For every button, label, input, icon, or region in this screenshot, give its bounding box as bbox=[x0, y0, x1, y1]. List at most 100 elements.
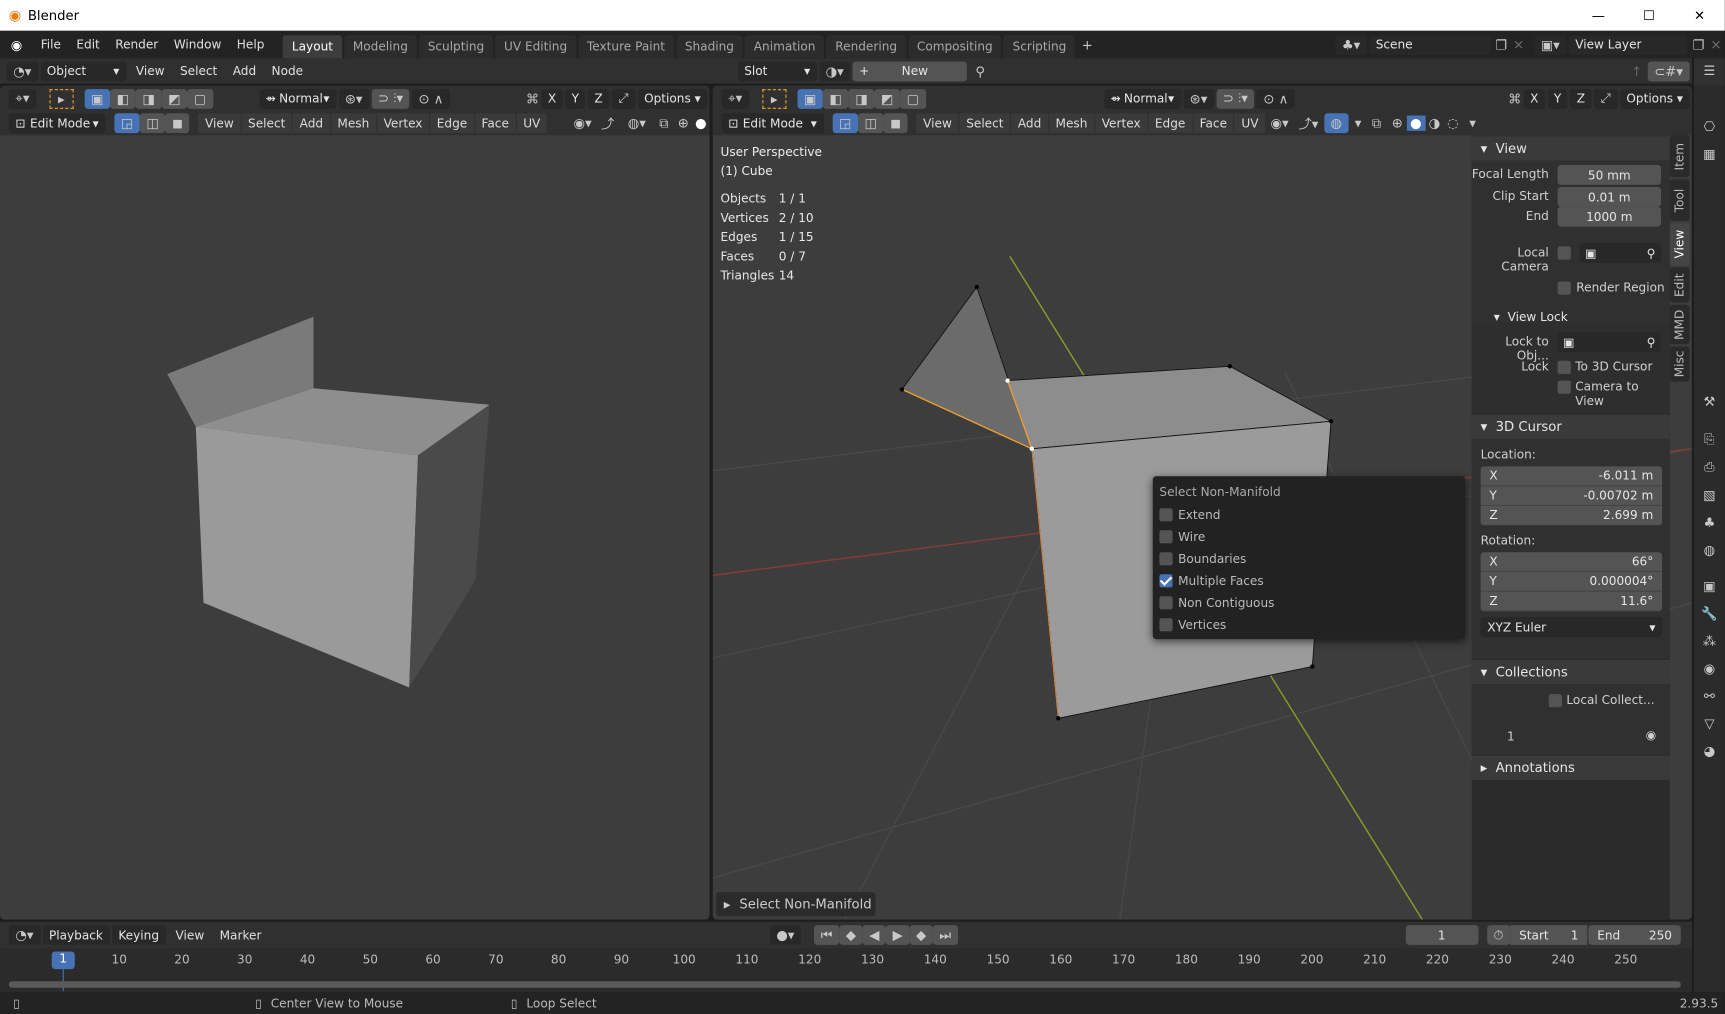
outliner-icon[interactable]: ☰ bbox=[1694, 58, 1725, 82]
eye-icon[interactable]: ◉ bbox=[1646, 728, 1657, 742]
menu-select[interactable]: Select bbox=[172, 64, 225, 78]
view-lock-header[interactable]: ▾ View Lock bbox=[1494, 310, 1568, 324]
lock-to-object-field[interactable]: ▣ ⚲ bbox=[1557, 332, 1661, 352]
timeline-editor-icon[interactable]: ◔▾ bbox=[8, 925, 41, 945]
timeline-scrollbar[interactable] bbox=[8, 981, 1681, 988]
play-icon[interactable]: ▶ bbox=[886, 925, 910, 945]
timeline-menu-marker[interactable]: Marker bbox=[212, 928, 269, 942]
snap-icon[interactable]: ⊂#▾ bbox=[1647, 61, 1690, 81]
playhead[interactable]: 1 bbox=[51, 951, 75, 970]
collections-panel-header[interactable]: ▾ Collections bbox=[1471, 660, 1670, 685]
new-material-button[interactable]: + New bbox=[852, 61, 967, 81]
output-icon[interactable]: ⎙ bbox=[1694, 453, 1725, 481]
jump-keyframe-back-icon[interactable]: ◆ bbox=[839, 925, 863, 945]
clip-end-field[interactable]: 1000 m bbox=[1557, 206, 1661, 227]
sidebar-tab-misc[interactable]: Misc bbox=[1669, 346, 1690, 382]
clip-start-field[interactable]: 0.01 m bbox=[1557, 187, 1661, 207]
tool-icon[interactable]: ⚒ bbox=[1694, 387, 1725, 415]
menu-render[interactable]: Render bbox=[108, 37, 166, 51]
parent-icon[interactable]: ↑ bbox=[1626, 63, 1648, 78]
render-icon[interactable]: ⎔ bbox=[1694, 112, 1725, 139]
overlay-icon[interactable]: ◍ bbox=[1323, 113, 1349, 134]
annotations-panel-header[interactable]: ▸ Annotations bbox=[1471, 755, 1670, 780]
visibility-icon[interactable]: ◉▾ bbox=[1266, 116, 1293, 131]
sidebar-tab-mmd[interactable]: MMD bbox=[1669, 304, 1690, 345]
focal-length-field[interactable]: 50 mm bbox=[1557, 165, 1661, 185]
menu-add[interactable]: Add bbox=[1011, 113, 1048, 134]
select-mode-intersect-icon[interactable]: ▢ bbox=[899, 88, 926, 109]
solid-shading-icon[interactable]: ● bbox=[1406, 115, 1426, 131]
menu-help[interactable]: Help bbox=[229, 37, 272, 51]
menu-node[interactable]: Node bbox=[264, 64, 311, 78]
view-panel-header[interactable]: ▾ View bbox=[1471, 136, 1670, 161]
menu-edit[interactable]: Edit bbox=[69, 37, 108, 51]
checkbox[interactable] bbox=[1159, 552, 1173, 566]
pin-icon[interactable]: ⚲ bbox=[969, 63, 991, 78]
menu-edge[interactable]: Edge bbox=[1148, 113, 1192, 134]
view-layer-props-icon[interactable]: ▧ bbox=[1694, 481, 1725, 509]
tab-texture-paint[interactable]: Texture Paint bbox=[578, 35, 674, 59]
operator-panel[interactable]: ▶ Select Non-Manifold bbox=[716, 892, 876, 917]
blender-menu-icon[interactable]: ◉ bbox=[0, 37, 33, 52]
select-box-icon[interactable]: ▸ bbox=[762, 88, 787, 109]
current-frame-field[interactable]: 1 bbox=[1405, 925, 1478, 945]
maximize-icon[interactable]: ☐ bbox=[1624, 8, 1675, 23]
tab-layout[interactable]: Layout bbox=[283, 35, 342, 59]
option-extend[interactable]: Extend bbox=[1153, 504, 1465, 526]
checkbox[interactable] bbox=[1159, 508, 1173, 522]
tab-compositing[interactable]: Compositing bbox=[908, 35, 1002, 59]
menu-mesh[interactable]: Mesh bbox=[1048, 113, 1095, 134]
3d-cursor-panel-header[interactable]: ▾ 3D Cursor bbox=[1471, 414, 1670, 439]
mirror-z[interactable]: Z bbox=[1570, 88, 1592, 109]
editor-type-icon[interactable]: ◔▾ bbox=[6, 61, 38, 81]
material-icon[interactable]: ◑▾ bbox=[819, 61, 851, 81]
select-mode-extend-icon[interactable]: ◧ bbox=[822, 88, 849, 109]
overlay-dropdown-icon[interactable]: ▾ bbox=[1351, 116, 1365, 131]
checkbox[interactable] bbox=[1159, 530, 1173, 544]
timeline-menu-view[interactable]: View bbox=[168, 928, 212, 942]
sidebar-tab-item[interactable]: Item bbox=[1669, 135, 1690, 178]
remove-view-layer-icon[interactable]: ✕ bbox=[1707, 37, 1725, 52]
option-vertices[interactable]: Vertices bbox=[1153, 614, 1465, 636]
gizmo-icon[interactable]: ⤴▾ bbox=[1293, 114, 1324, 133]
slot-dropdown[interactable]: Slot ▾ bbox=[737, 61, 817, 81]
shading-options-icon[interactable]: ▾ bbox=[1462, 116, 1483, 131]
left-viewport[interactable]: ⌖▾ ▸ ▣ ◧ ◨ ◩ ▢ ⇴ Normal ▾ ⊛▾ ⊃ ⫶▾ ⊙ ∧ ⌘ XYZ ⤢… bbox=[0, 85, 710, 920]
tab-animation[interactable]: Animation bbox=[744, 35, 825, 59]
transform-pivot-icon[interactable]: ⌖▾ bbox=[721, 88, 749, 109]
select-mode-invert-icon[interactable]: ◩ bbox=[874, 88, 900, 109]
menu-add[interactable]: Add bbox=[225, 64, 264, 78]
option-non-contiguous[interactable]: Non Contiguous bbox=[1153, 592, 1465, 614]
timeline-menu-playback[interactable]: Playback bbox=[42, 925, 110, 945]
view-layer-icon[interactable]: ▣▾ bbox=[1534, 34, 1567, 55]
view-layer-field[interactable]: View Layer bbox=[1568, 34, 1688, 55]
location-y-field[interactable]: Y -0.00702 m bbox=[1480, 486, 1663, 506]
preview-range-icon[interactable]: ⏱ bbox=[1486, 925, 1511, 945]
start-frame-field[interactable]: Start 1 bbox=[1510, 925, 1588, 945]
render-region-checkbox[interactable] bbox=[1557, 281, 1571, 295]
mirror-icon[interactable]: ⌘ bbox=[1506, 91, 1524, 106]
rotation-mode-dropdown[interactable]: XYZ Euler ▾ bbox=[1480, 617, 1663, 637]
physics-icon[interactable]: ◉ bbox=[1694, 655, 1725, 683]
location-z-field[interactable]: Z 2.699 m bbox=[1480, 506, 1663, 526]
wireframe-shading-icon[interactable]: ⊕ bbox=[1388, 116, 1407, 131]
select-mode-new-icon[interactable]: ▣ bbox=[797, 88, 823, 109]
menu-view[interactable]: View bbox=[128, 64, 172, 78]
close-icon[interactable]: ✕ bbox=[1674, 8, 1725, 23]
copy-scene-icon[interactable]: ❐ bbox=[1492, 37, 1510, 52]
menu-window[interactable]: Window bbox=[166, 37, 229, 51]
constraints-icon[interactable]: ⚯ bbox=[1694, 682, 1725, 710]
scene-props-icon[interactable]: ♣ bbox=[1694, 508, 1725, 536]
select-mode-subtract-icon[interactable]: ◨ bbox=[848, 88, 875, 109]
option-multiple-faces[interactable]: Multiple Faces bbox=[1153, 570, 1465, 592]
xray-icon[interactable]: ⧉ bbox=[1365, 115, 1388, 131]
options-dropdown[interactable]: Options ▾ bbox=[1619, 88, 1690, 109]
mirror-y[interactable]: Y bbox=[1547, 88, 1568, 109]
checkbox[interactable] bbox=[1159, 574, 1173, 588]
world-icon[interactable]: ◍ bbox=[1694, 536, 1725, 564]
sidebar-tab-view[interactable]: View bbox=[1669, 223, 1690, 266]
local-collections-checkbox[interactable] bbox=[1548, 694, 1562, 708]
proportional-edit-icon[interactable]: ⊙ ∧ bbox=[1256, 88, 1295, 109]
view-layer-icon[interactable]: ▦ bbox=[1694, 140, 1725, 168]
frame-ruler[interactable]: 1102030405060708090100110120130140150160… bbox=[0, 953, 1692, 971]
